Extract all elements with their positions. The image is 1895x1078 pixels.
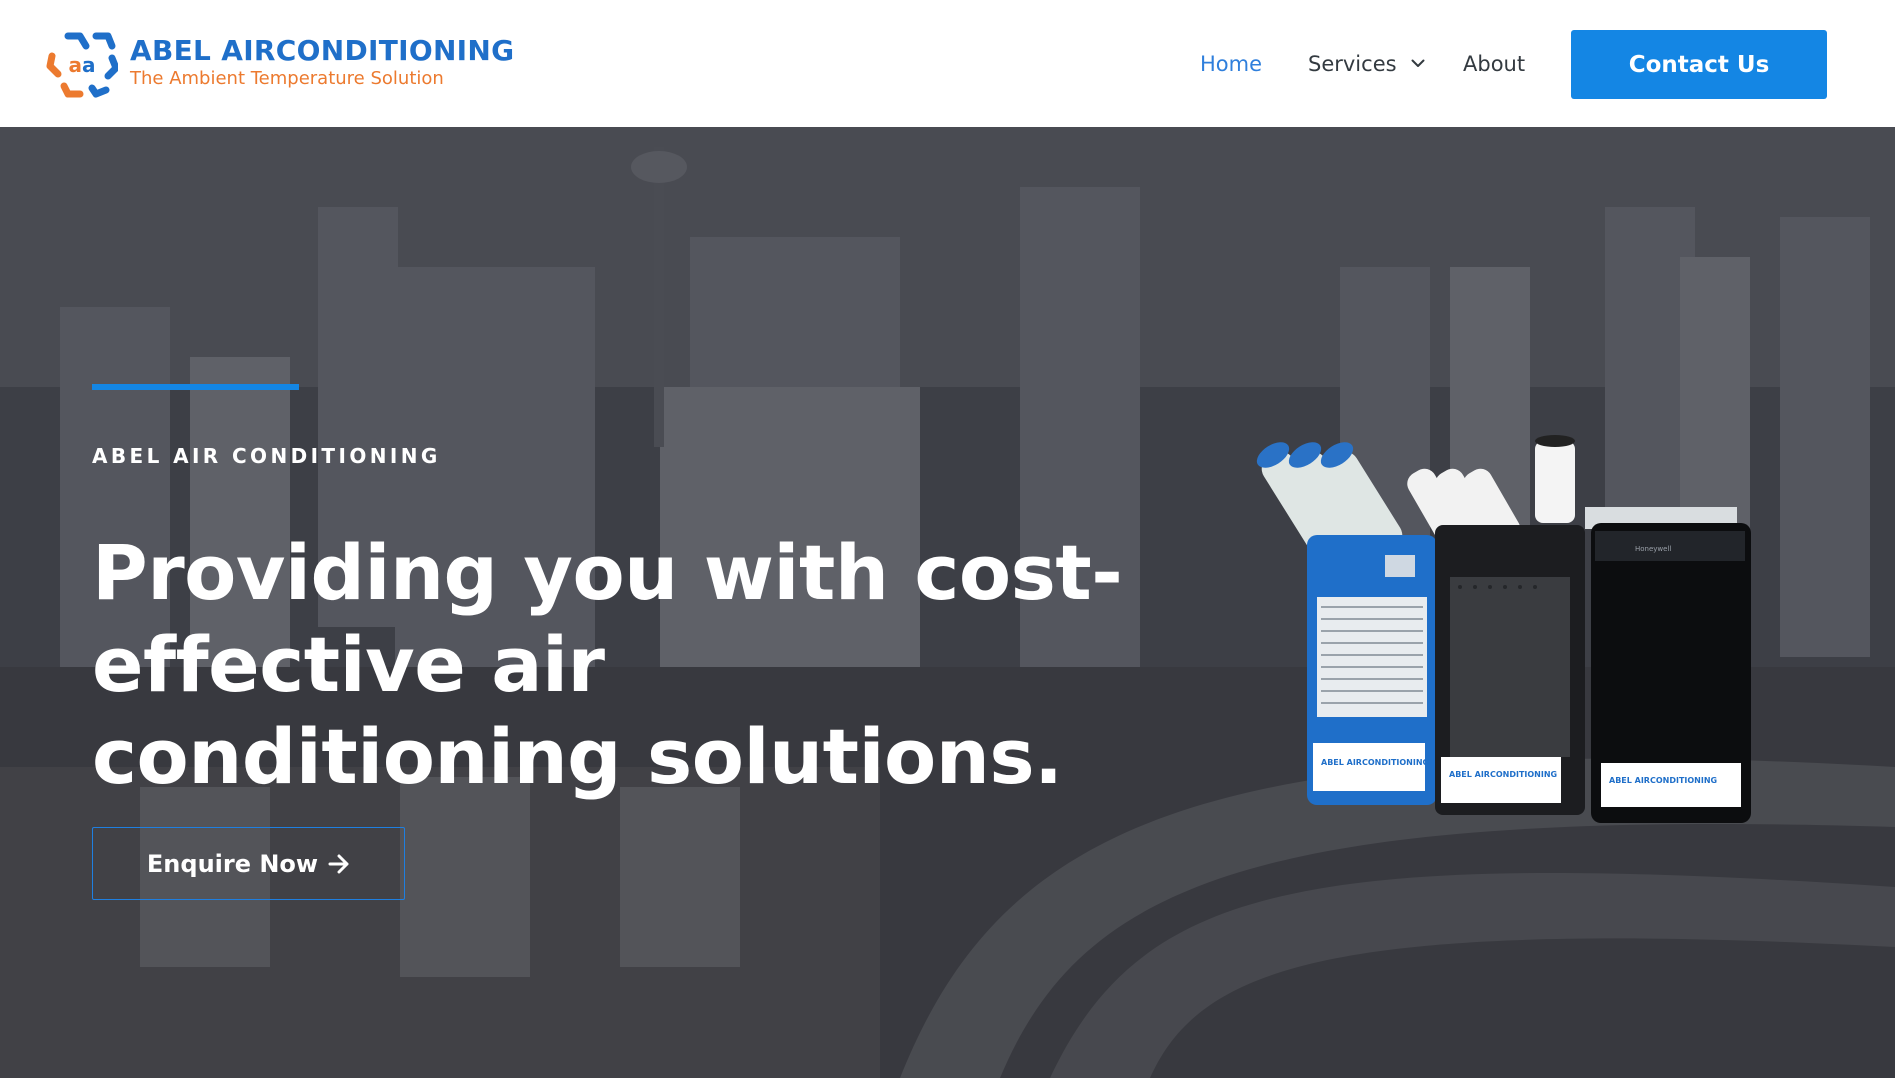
enquire-now-label: Enquire Now xyxy=(146,849,319,878)
product-label-2: ABEL AIRCONDITIONING xyxy=(1449,770,1557,779)
aa-snowflake-logo-icon: aa xyxy=(46,32,118,98)
hero-accent-bar xyxy=(92,384,299,390)
brand-text: ABEL AIRCONDITIONING The Ambient Tempera… xyxy=(130,35,514,91)
nav-item-about[interactable]: About xyxy=(1463,52,1525,76)
nav-item-services-label: Services xyxy=(1308,51,1397,76)
brand-tagline: The Ambient Temperature Solution xyxy=(130,68,444,89)
product-label-3: ABEL AIRCONDITIONING xyxy=(1609,776,1717,785)
chevron-down-icon xyxy=(1411,59,1425,67)
portable-ac-units-image: ABEL AIRCONDITIONING ABEL AIRCONDITIONIN… xyxy=(1256,435,1751,823)
main-nav-services: Services xyxy=(1308,0,1425,127)
hero-headline: Providing you with cost-effective air co… xyxy=(92,528,1123,801)
brand-name: ABEL AIRCONDITIONING xyxy=(130,34,515,67)
main-nav-home: Home xyxy=(1200,0,1262,127)
site-header: aa ABEL AIRCONDITIONING The Ambient Temp… xyxy=(0,0,1895,127)
nav-item-home[interactable]: Home xyxy=(1200,52,1262,76)
contact-us-button[interactable]: Contact Us xyxy=(1571,30,1827,99)
hero-section: ABEL AIR CONDITIONING Providing you with… xyxy=(0,127,1895,1078)
product-label-1: ABEL AIRCONDITIONING xyxy=(1321,758,1429,767)
enquire-now-button[interactable]: Enquire Now xyxy=(92,827,405,900)
main-nav-about: About xyxy=(1463,0,1525,127)
svg-text:aa: aa xyxy=(69,53,96,77)
brand-logo[interactable]: aa ABEL AIRCONDITIONING The Ambient Temp… xyxy=(46,28,514,98)
svg-text:Honeywell: Honeywell xyxy=(1635,545,1671,553)
arrow-right-icon xyxy=(328,854,349,873)
nav-item-services[interactable]: Services xyxy=(1308,52,1425,76)
hero-eyebrow: ABEL AIR CONDITIONING xyxy=(92,444,441,468)
